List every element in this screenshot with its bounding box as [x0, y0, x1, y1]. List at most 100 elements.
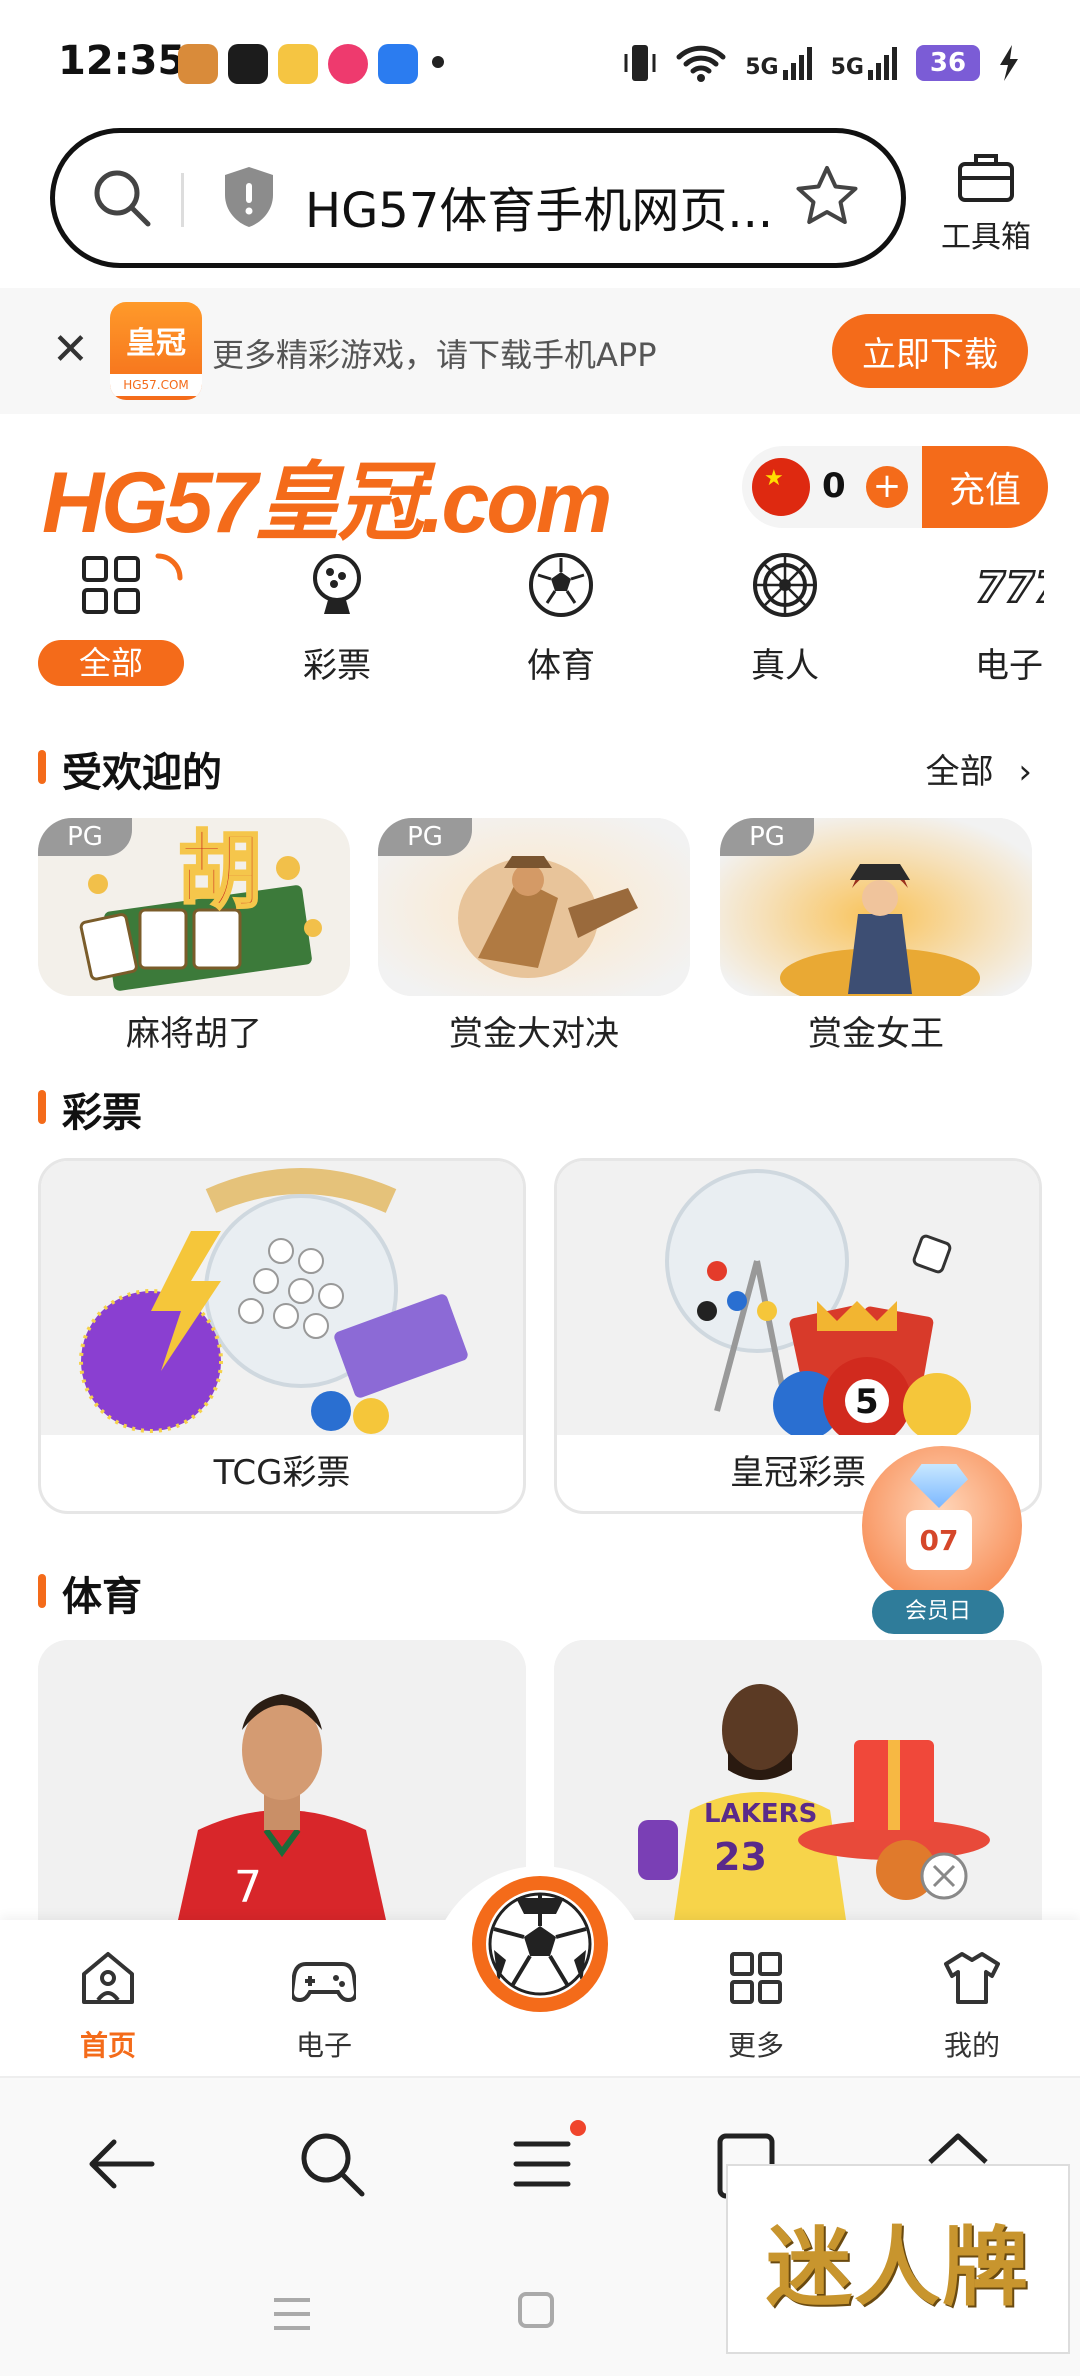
watermark: 迷人牌: [726, 2164, 1070, 2354]
app-logo-text: 皇冠: [126, 326, 186, 361]
game-name[interactable]: 赏金女王: [720, 1006, 1032, 1055]
nav-more-label: 更多: [727, 2029, 784, 2062]
game-card-mahjong[interactable]: 胡 PG: [38, 818, 350, 996]
lottery-machine-icon: [313, 554, 361, 614]
grid-icon: [730, 1952, 782, 2004]
slot-777-icon: 777: [975, 562, 1066, 614]
section-title-sports: 体育: [38, 1564, 142, 1622]
category-live[interactable]: 真人: [710, 540, 860, 687]
soccer-ball-icon: [529, 553, 593, 617]
member-day-date: 07: [906, 1510, 972, 1570]
svg-text:LAKERS: LAKERS: [704, 1799, 817, 1829]
nav-more[interactable]: 更多: [696, 1946, 816, 2064]
search-icon[interactable]: [91, 167, 153, 229]
balance-value: 0: [822, 466, 846, 506]
category-all[interactable]: 全部: [36, 540, 186, 686]
category-lottery[interactable]: 彩票: [262, 540, 412, 687]
category-label-slots: 电子: [975, 646, 1043, 686]
weibo-app-icon: [278, 44, 318, 84]
chevron-right-icon: ›: [1018, 752, 1032, 792]
star-icon[interactable]: [793, 163, 861, 231]
signal-bars-icon: [868, 47, 897, 80]
signal-label-1: 5G: [745, 55, 779, 80]
search-icon[interactable]: [296, 2128, 368, 2200]
home-icon: [82, 1952, 134, 2004]
game-name[interactable]: 赏金大对决: [378, 1006, 690, 1055]
menu-notification-dot: [570, 2120, 586, 2136]
svg-text:5: 5: [855, 1382, 879, 1422]
crown-lottery-image: 5: [557, 1161, 1039, 1435]
svg-text:胡: 胡: [178, 821, 262, 920]
nav-slots-label: 电子: [295, 2029, 352, 2062]
center-soccer-button[interactable]: [472, 1876, 608, 2012]
category-label-all: 全部: [38, 640, 184, 686]
status-bar: 12:35 5G 5G 36: [0, 0, 1080, 120]
download-message: 更多精彩游戏，请下载手机APP: [212, 336, 657, 374]
video-app-icon: [328, 44, 368, 84]
app-logo-sub: HG57.COM: [110, 374, 202, 396]
status-right: 5G 5G 36: [623, 42, 1020, 84]
back-arrow-icon[interactable]: [86, 2128, 158, 2200]
security-app-icon: [378, 44, 418, 84]
shield-icon[interactable]: [221, 165, 277, 229]
toolbox-icon: [958, 154, 1014, 202]
recharge-button[interactable]: 充值: [922, 446, 1048, 528]
shirt-icon: [944, 1952, 1000, 2004]
china-flag-icon[interactable]: ★: [752, 458, 810, 516]
game-card-bounty-showdown[interactable]: PG: [378, 818, 690, 996]
notification-icons: [178, 44, 418, 84]
roulette-icon: [753, 553, 817, 617]
view-all-label: 全部: [925, 752, 994, 792]
tcg-lottery-image: [41, 1161, 523, 1435]
app-download-banner: ✕ 皇冠 HG57.COM 更多精彩游戏，请下载手机APP 立即下载: [0, 288, 1080, 414]
download-now-button[interactable]: 立即下载: [832, 314, 1028, 388]
nav-home[interactable]: 首页: [48, 1946, 168, 2064]
soccer-ball-icon: [486, 1890, 594, 1998]
category-slots[interactable]: 777 电子: [934, 540, 1080, 687]
game-name[interactable]: 麻将胡了: [38, 1006, 350, 1055]
close-icon[interactable]: ✕: [52, 328, 89, 372]
sports-card-right[interactable]: 23 LAKERS: [554, 1640, 1042, 1920]
watermark-text: 迷人牌: [766, 2216, 1030, 2318]
view-all-link[interactable]: 全部 ›: [926, 744, 1032, 793]
balance-widget: ★ 0 + 充值: [742, 446, 1048, 528]
sports-card-left[interactable]: 7: [38, 1640, 526, 1920]
svg-text:23: 23: [714, 1835, 767, 1879]
more-notifications-dot: [432, 56, 444, 68]
grid-icon: [82, 556, 140, 614]
charging-icon: [1000, 45, 1018, 81]
nav-slots[interactable]: 电子: [264, 1946, 384, 2064]
nav-home-label: 首页: [79, 2029, 136, 2062]
section-title-lottery: 彩票: [38, 1080, 142, 1138]
signal-bars-icon: [782, 47, 812, 80]
toolbox-button[interactable]: 工具箱: [936, 150, 1036, 256]
loading-arc-icon: [155, 553, 183, 581]
member-day-label: 会员日: [872, 1590, 1004, 1634]
member-day-float[interactable]: 07 会员日: [858, 1446, 1022, 1636]
signal-2: 5G: [831, 46, 898, 80]
signal-label-2: 5G: [830, 55, 864, 80]
basketball-player-image: 23 LAKERS: [554, 1640, 1042, 1920]
lottery-card-tcg[interactable]: TCG彩票: [38, 1158, 526, 1514]
nav-profile[interactable]: 我的: [912, 1946, 1032, 2064]
category-nav: 全部 彩票 体育 真人 777 电子: [0, 540, 1080, 690]
nav-profile-label: 我的: [943, 2029, 1000, 2062]
game-card-treasure-queen[interactable]: PG: [720, 818, 1032, 996]
game-app-icon: [178, 44, 218, 84]
site-logo[interactable]: HG57皇冠.com: [42, 432, 612, 557]
gamepad-icon: [289, 1962, 359, 2003]
system-home-button[interactable]: [518, 2292, 554, 2328]
provider-tag: PG: [378, 818, 472, 856]
menu-icon[interactable]: [506, 2128, 578, 2200]
category-sports[interactable]: 体育: [486, 540, 636, 687]
provider-tag: PG: [38, 818, 132, 856]
url-divider: [181, 173, 184, 227]
toolbox-label: 工具箱: [941, 220, 1031, 255]
browser-address-bar: HG57体育手机网页... 工具箱: [0, 120, 1080, 288]
battery-indicator: 36: [916, 45, 980, 81]
svg-text:777: 777: [976, 563, 1044, 612]
url-text[interactable]: HG57体育手机网页...: [305, 171, 773, 241]
recent-apps-icon[interactable]: [272, 2296, 312, 2332]
add-funds-button[interactable]: +: [866, 466, 908, 508]
url-field[interactable]: HG57体育手机网页...: [50, 128, 906, 268]
